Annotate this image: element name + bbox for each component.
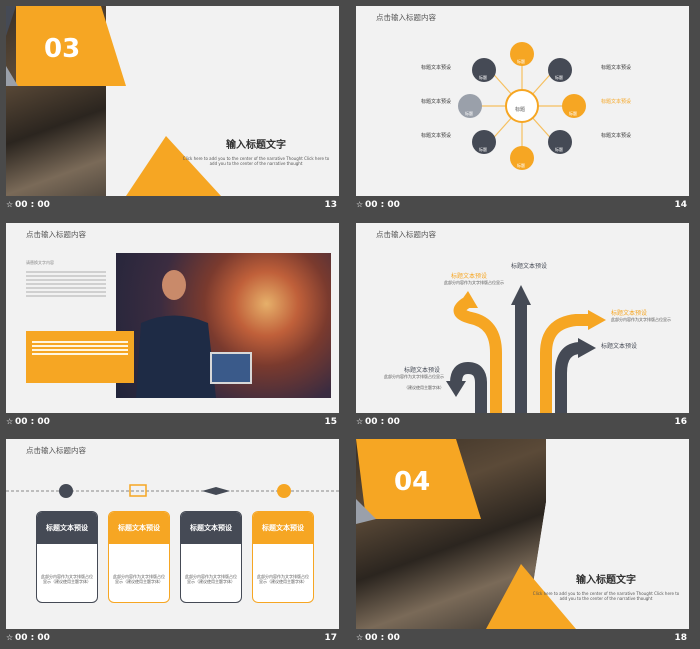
node-label: 标题 <box>555 75 563 80</box>
slide-thumbnail-18[interactable]: 04 输入标题文字 Click here to add you to the c… <box>356 439 689 629</box>
slide-body: Click here to add you to the center of t… <box>532 591 680 601</box>
slide-thumbnail-13[interactable]: 03 输入标题文字 Click here to add you to the c… <box>6 6 339 196</box>
conference-photo <box>116 253 331 398</box>
caption: 请替换文字内容 <box>26 260 54 265</box>
slide-cell-15[interactable]: 点击输入标题内容 请替换文字内容 ☆ 00 : 00 15 <box>0 217 348 433</box>
slide-cell-17[interactable]: 点击输入标题内容 标题文本预设 此部分内容作为文字排版占位显示（建议使用主题字体… <box>0 433 348 649</box>
timer-icon: ☆ <box>6 633 14 642</box>
card-text: 此部分内容作为文字排版占位显示（建议使用主题字体） <box>113 574 165 584</box>
timer-icon: ☆ <box>6 417 14 426</box>
slide-title: 输入标题文字 <box>226 140 286 151</box>
slide-body: Click here to add you to the center of t… <box>182 156 330 166</box>
center-label: 标题 <box>515 107 526 113</box>
card-1: 标题文本预设 此部分内容作为文字排版占位显示（建议使用主题字体） <box>108 511 170 603</box>
node-label: 标题 <box>465 111 473 116</box>
road-label: 标题文本预设 <box>451 273 488 280</box>
slide-timing: 00 : 00 <box>365 417 400 427</box>
road-label: 标题文本预设 <box>404 367 441 374</box>
slide-number: 13 <box>324 200 337 210</box>
slide-cell-14[interactable]: 点击输入标题内容 标题 标题 标题 标题 标题 标题 标题 标题 标题 标题文本… <box>350 0 698 216</box>
right-label: 标题文本预设 <box>601 99 632 105</box>
slide-timing: 00 : 00 <box>365 633 400 643</box>
slide-thumbnail-15[interactable]: 点击输入标题内容 请替换文字内容 <box>6 223 339 413</box>
right-label: 标题文本预设 <box>601 65 632 71</box>
node-label: 标题 <box>517 59 525 64</box>
slide-title: 输入标题文字 <box>576 575 636 586</box>
slide-thumbnail-14[interactable]: 点击输入标题内容 标题 标题 标题 标题 标题 标题 标题 标题 标题 标题文本… <box>356 6 689 196</box>
slide-timing: 00 : 00 <box>15 633 50 643</box>
card-text: 此部分内容作为文字排版占位显示（建议使用主题字体） <box>185 574 237 584</box>
slide-thumbnail-17[interactable]: 点击输入标题内容 标题文本预设 此部分内容作为文字排版占位显示（建议使用主题字体… <box>6 439 339 629</box>
timer-icon: ☆ <box>356 417 364 426</box>
card-text: 此部分内容作为文字排版占位显示（建议使用主题字体） <box>41 574 93 584</box>
timer-icon: ☆ <box>356 200 364 209</box>
node-label: 标题 <box>555 147 563 152</box>
slide-cell-18[interactable]: 04 输入标题文字 Click here to add you to the c… <box>350 433 698 649</box>
card-3: 标题文本预设 此部分内容作为文字排版占位显示（建议使用主题字体） <box>252 511 314 603</box>
road-label: 标题文本预设 <box>511 263 548 270</box>
slide-timing: 00 : 00 <box>15 417 50 427</box>
node-label: 标题 <box>479 147 487 152</box>
slide-timing: 00 : 00 <box>15 200 50 210</box>
slide-footer-14: ☆ 00 : 00 14 <box>356 198 689 212</box>
road-label: 标题文本预设 <box>611 310 648 317</box>
slide-cell-13[interactable]: 03 输入标题文字 Click here to add you to the c… <box>0 0 348 216</box>
slide-timing: 00 : 00 <box>365 200 400 210</box>
slide-number: 18 <box>674 633 687 643</box>
node-label: 标题 <box>517 163 525 168</box>
card-title: 标题文本预设 <box>37 512 97 544</box>
card-title: 标题文本预设 <box>253 512 313 544</box>
slide-number: 17 <box>324 633 337 643</box>
slide-footer-16: ☆ 00 : 00 16 <box>356 415 689 429</box>
card-title: 标题文本预设 <box>181 512 241 544</box>
timer-icon: ☆ <box>356 633 364 642</box>
slide-thumbnail-16[interactable]: 点击输入标题内容 标题文本预设 标题文本预设 标题文本预设 标题文本预设 标题文… <box>356 223 689 413</box>
left-label: 标题文本预设 <box>421 65 452 71</box>
road-label: 标题文本预设 <box>601 343 638 350</box>
slide-number: 16 <box>674 417 687 427</box>
card-title: 标题文本预设 <box>109 512 169 544</box>
timer-icon: ☆ <box>6 200 14 209</box>
slide-number: 15 <box>324 417 337 427</box>
slide-heading: 点击输入标题内容 <box>26 230 86 239</box>
orange-textbox <box>26 331 134 383</box>
card-text: 此部分内容作为文字排版占位显示（建议使用主题字体） <box>257 574 309 584</box>
text-placeholder <box>26 269 106 299</box>
road-desc: 此部分内容作为文字排版占位显示 <box>384 374 444 379</box>
slide-footer-17: ☆ 00 : 00 17 <box>6 631 339 645</box>
slide-sorter-grid: 03 输入标题文字 Click here to add you to the c… <box>0 0 700 649</box>
left-label: 标题文本预设 <box>421 99 452 105</box>
slide-cell-16[interactable]: 点击输入标题内容 标题文本预设 标题文本预设 标题文本预设 标题文本预设 标题文… <box>350 217 698 433</box>
road-desc: 此部分内容作为文字排版占位显示 <box>444 280 504 285</box>
card-2: 标题文本预设 此部分内容作为文字排版占位显示（建议使用主题字体） <box>180 511 242 603</box>
left-label: 标题文本预设 <box>421 133 452 139</box>
slide-footer-18: ☆ 00 : 00 18 <box>356 631 689 645</box>
road-note: （建议使用主题字体） <box>404 385 444 390</box>
road-desc: 此部分内容作为文字排版占位显示 <box>611 317 671 322</box>
card-0: 标题文本预设 此部分内容作为文字排版占位显示（建议使用主题字体） <box>36 511 98 603</box>
slide-number: 14 <box>674 200 687 210</box>
right-label: 标题文本预设 <box>601 133 632 139</box>
slide-footer-13: ☆ 00 : 00 13 <box>6 198 339 212</box>
node-label: 标题 <box>569 111 577 116</box>
node-label: 标题 <box>479 75 487 80</box>
section-badge: 04 <box>394 467 431 497</box>
section-badge: 03 <box>44 34 81 64</box>
slide-footer-15: ☆ 00 : 00 15 <box>6 415 339 429</box>
